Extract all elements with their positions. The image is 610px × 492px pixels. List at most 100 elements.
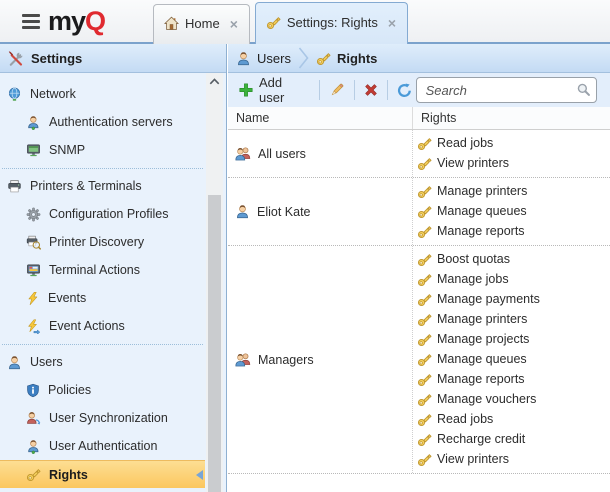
breadcrumb-item-rights[interactable]: Rights (316, 51, 377, 66)
globe-icon (7, 87, 22, 102)
right-item: Manage vouchers (417, 389, 610, 409)
sidebar-item-rights[interactable]: Rights (0, 460, 205, 488)
key-icon (417, 252, 432, 267)
sidebar-item-label: SNMP (49, 143, 85, 157)
home-icon (164, 16, 179, 31)
sidebar-item-terminal-actions[interactable]: Terminal Actions (0, 256, 205, 284)
sidebar-item-printer-discovery[interactable]: Printer Discovery (0, 228, 205, 256)
right-label: Manage reports (437, 372, 525, 386)
right-item: Manage printers (417, 181, 610, 201)
edit-button[interactable] (325, 79, 349, 101)
sidebar-scrollbar[interactable] (206, 73, 223, 492)
right-label: Manage queues (437, 352, 527, 366)
row-name-cell[interactable]: Eliot Kate (228, 178, 413, 245)
key-icon (417, 352, 432, 367)
table-row[interactable]: Eliot Kate Manage printersManage queuesMa… (228, 178, 610, 246)
search-input[interactable] (416, 77, 597, 103)
key-icon (417, 332, 432, 347)
add-user-label: Add user (259, 75, 310, 105)
right-label: View printers (437, 156, 509, 170)
add-user-button[interactable]: Add user (235, 72, 314, 108)
toolbar: Add user (228, 73, 610, 107)
tab-label: Settings: Rights (287, 15, 378, 30)
breadcrumb-label: Rights (337, 51, 377, 66)
right-item: View printers (417, 153, 610, 173)
sidebar-item-events[interactable]: Events (0, 284, 205, 312)
column-header-name[interactable]: Name (228, 107, 413, 129)
sidebar-item-label: Events (48, 291, 86, 305)
sidebar-item-printers-terminals[interactable]: Printers & Terminals (0, 172, 205, 200)
right-label: View printers (437, 452, 509, 466)
myq-app-window: myQ Home × Settings: Rights × Settings Netw… (0, 0, 610, 492)
search-icon[interactable] (576, 82, 591, 97)
user-green-icon (26, 115, 41, 130)
refresh-icon (397, 83, 412, 98)
bolt-arrow-icon (26, 319, 41, 334)
sidebar-item-snmp[interactable]: SNMP (0, 136, 205, 164)
refresh-button[interactable] (393, 80, 416, 101)
row-rights-cell: Manage printersManage queuesManage repor… (413, 178, 610, 245)
table-row[interactable]: ManagersBoost quotasManage jobsManage pa… (228, 246, 610, 474)
tab-close-icon[interactable]: × (388, 16, 396, 30)
sidebar-divider (0, 164, 205, 172)
key-icon (417, 156, 432, 171)
key-icon (417, 272, 432, 287)
user-name: All users (258, 147, 306, 161)
right-item: Read jobs (417, 133, 610, 153)
sidebar-item-policies[interactable]: Policies (0, 376, 205, 404)
user-icon (7, 355, 22, 370)
user-name: Eliot Kate (257, 205, 311, 219)
sidebar-item-authentication-servers[interactable]: Authentication servers (0, 108, 205, 136)
key-icon (26, 467, 41, 482)
key-icon (417, 412, 432, 427)
user-group-icon (235, 146, 251, 161)
sidebar-header: Settings (0, 44, 226, 73)
key-icon (417, 312, 432, 327)
sidebar-item-label: Network (30, 87, 76, 101)
sidebar-item-user-authentication[interactable]: User Authentication (0, 432, 205, 460)
key-icon (417, 204, 432, 219)
sidebar-item-event-actions[interactable]: Event Actions (0, 312, 205, 340)
row-name-cell[interactable]: All users (228, 130, 413, 177)
column-header-rights[interactable]: Rights (413, 107, 610, 129)
user-icon (236, 51, 251, 66)
breadcrumb-item-users[interactable]: Users (236, 51, 291, 66)
delete-x-icon (364, 83, 378, 97)
right-item: Read jobs (417, 409, 610, 429)
plus-icon (239, 83, 253, 97)
sidebar-item-network[interactable]: Network (0, 80, 205, 108)
user-sync-icon (26, 411, 41, 426)
printer-search-icon (26, 235, 41, 250)
breadcrumb: Users Rights (228, 44, 610, 73)
terminal-icon (26, 263, 41, 278)
sidebar-item-label: Rights (49, 468, 88, 482)
right-label: Boost quotas (437, 252, 510, 266)
tab-close-icon[interactable]: × (230, 17, 238, 31)
delete-button[interactable] (360, 80, 382, 100)
user-name: Managers (258, 353, 314, 367)
right-label: Manage printers (437, 184, 527, 198)
table-header: Name Rights (228, 107, 610, 130)
sidebar-item-label: Configuration Profiles (49, 207, 169, 221)
breadcrumb-separator-icon (298, 46, 309, 70)
key-icon (417, 452, 432, 467)
row-name-cell[interactable]: Managers (228, 246, 413, 473)
key-icon (417, 292, 432, 307)
top-bar: myQ Home × Settings: Rights × (0, 0, 610, 44)
sidebar-item-user-synchronization[interactable]: User Synchronization (0, 404, 205, 432)
sidebar-item-configuration-profiles[interactable]: Configuration Profiles (0, 200, 205, 228)
row-rights-cell: Read jobs View printers (413, 130, 610, 177)
scroll-up-icon[interactable] (206, 73, 223, 90)
tab-settings-rights[interactable]: Settings: Rights × (255, 2, 408, 44)
right-label: Manage vouchers (437, 392, 536, 406)
sidebar-item-users[interactable]: Users (0, 348, 205, 376)
menu-icon[interactable] (22, 14, 40, 29)
pencil-icon (329, 82, 345, 98)
scrollbar-thumb[interactable] (208, 195, 221, 492)
toolbar-separator (354, 80, 355, 100)
table-row[interactable]: All users Read jobs View printers (228, 130, 610, 178)
tab-bar: Home × Settings: Rights × (153, 2, 408, 44)
logo-text: myQ (48, 8, 105, 35)
tab-home[interactable]: Home × (153, 4, 250, 44)
tab-label: Home (185, 16, 220, 31)
